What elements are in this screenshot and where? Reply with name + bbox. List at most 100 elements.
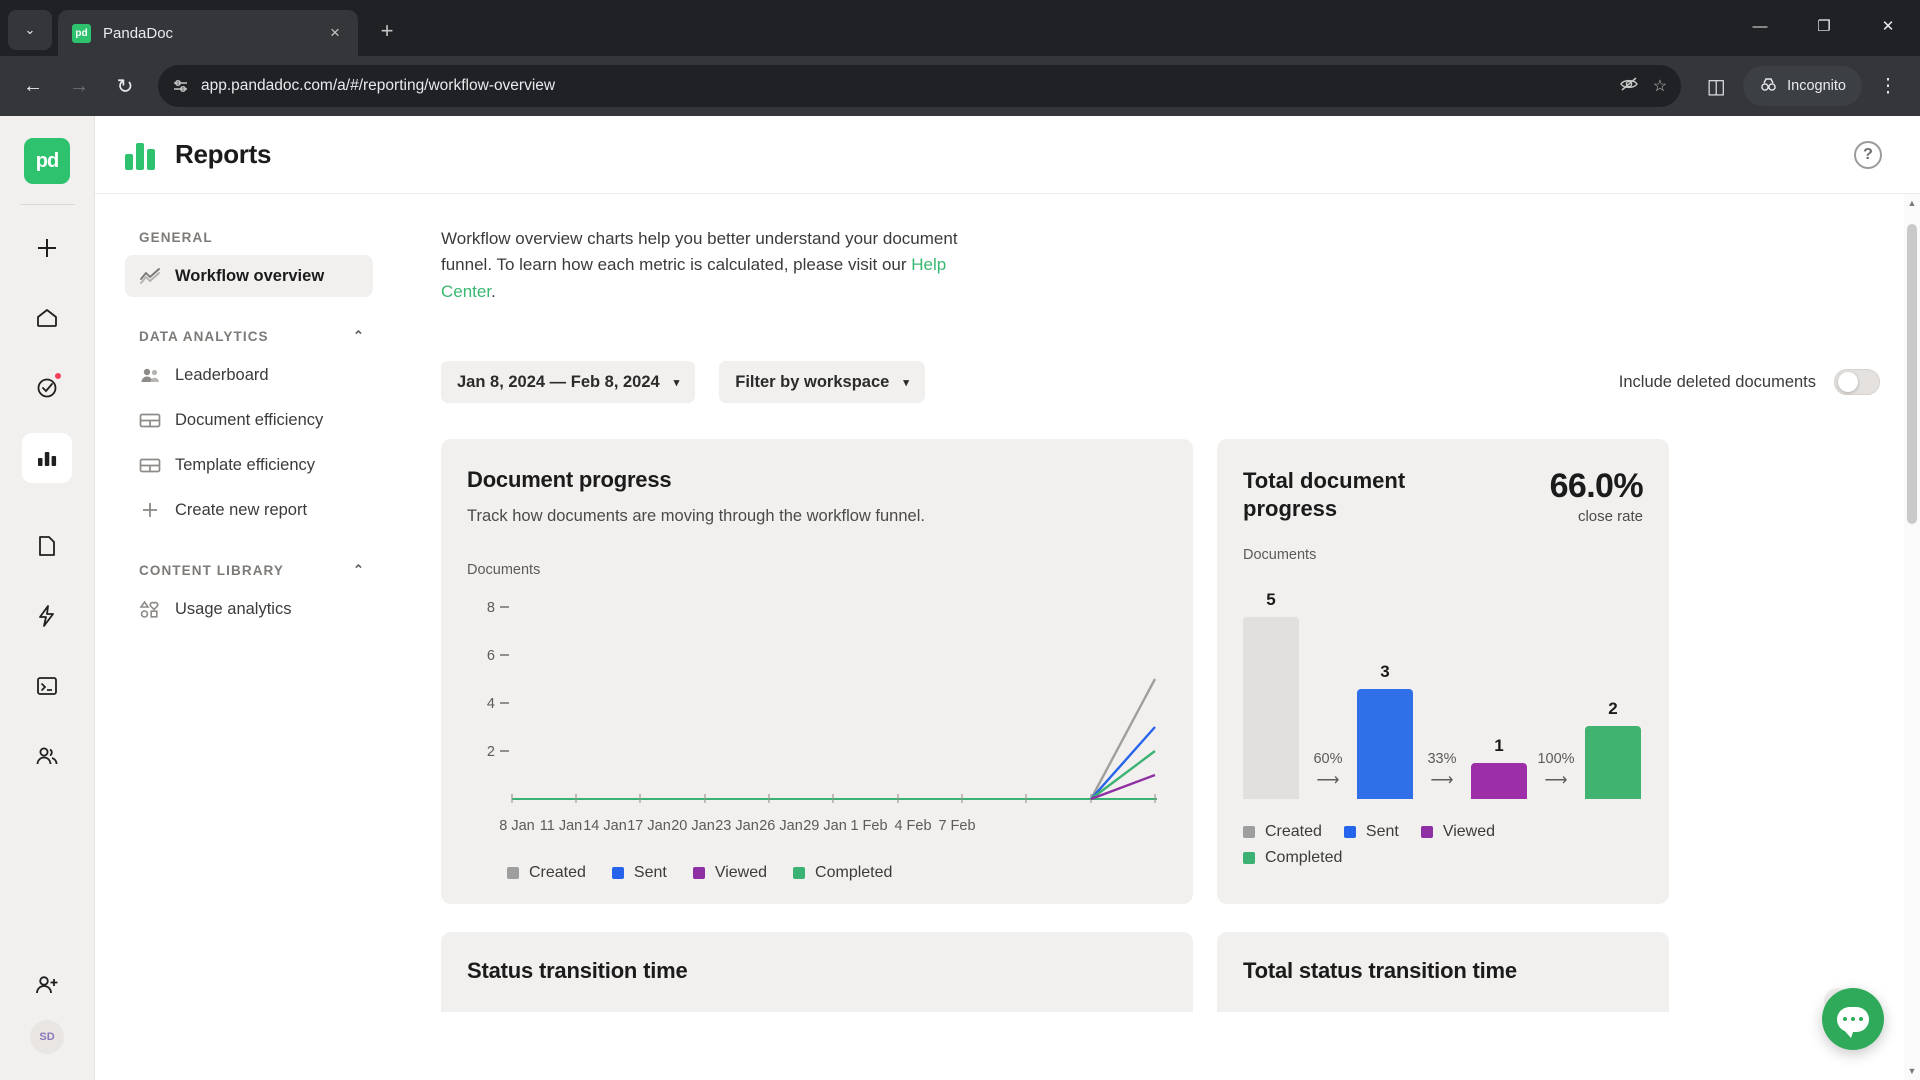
bar-created[interactable] [1243, 617, 1299, 800]
bar-column-viewed[interactable]: 1 [1471, 569, 1527, 800]
x-axis-tick-labels: 8 Jan 11 Jan 14 Jan 17 Jan 20 Jan 23 Jan… [499, 818, 1167, 835]
sidebar-item-label: Template efficiency [175, 455, 316, 474]
legend-item[interactable]: Completed [1243, 849, 1342, 867]
chat-widget-button[interactable] [1822, 988, 1884, 1050]
scroll-up-arrow-icon[interactable]: ▲ [1904, 194, 1920, 212]
scroll-down-arrow-icon[interactable]: ▼ [1904, 1062, 1920, 1080]
site-settings-icon[interactable] [172, 78, 189, 95]
intro-text: Workflow overview charts help you better… [441, 226, 1001, 305]
sidebar-item-label: Document efficiency [175, 410, 324, 429]
scrollbar-thumb[interactable] [1907, 224, 1917, 524]
sidebar-item-workflow-overview[interactable]: Workflow overview [125, 255, 373, 297]
arrow-right-icon: ⟶ [1316, 772, 1340, 790]
table-icon [139, 409, 161, 431]
sidebar-item-document-efficiency[interactable]: Document efficiency [125, 399, 373, 441]
svg-text:8: 8 [487, 600, 495, 616]
legend-label: Completed [815, 864, 893, 882]
page-scrollbar[interactable]: ▲ ▼ [1904, 194, 1920, 1080]
legend-item[interactable]: Completed [793, 864, 892, 882]
include-deleted-toggle[interactable] [1834, 369, 1880, 396]
trend-lines-icon [139, 265, 161, 287]
maximize-button[interactable]: ❐ [1792, 0, 1856, 52]
legend-label: Sent [1365, 823, 1399, 841]
tab-search-button[interactable]: ⌄ [8, 10, 52, 50]
bar-sent[interactable] [1357, 689, 1413, 800]
legend-swatch-created [1243, 826, 1255, 839]
chevron-down-icon: ▾ [903, 376, 909, 389]
hide-icon[interactable] [1619, 76, 1639, 97]
date-range-label: Jan 8, 2024 — Feb 8, 2024 [457, 372, 660, 391]
pandadoc-logo[interactable]: pd [24, 138, 70, 184]
total-document-progress-bar-chart[interactable]: 5 60% ⟶ 3 33% ⟶ 1 100% ⟶ 2 [1243, 569, 1643, 800]
total-document-progress-card: Total document progress 66.0% close rate… [1217, 439, 1669, 905]
sidebar-item-usage-analytics[interactable]: Usage analytics [125, 588, 373, 630]
rail-item-automations[interactable] [22, 591, 72, 641]
user-avatar[interactable]: SD [30, 1020, 64, 1054]
legend-item[interactable]: Sent [611, 864, 667, 882]
side-panel-icon[interactable]: ◫ [1695, 65, 1737, 107]
line-chart-legend: Created Sent Viewed Completed [467, 864, 1167, 882]
charts-row: Document progress Track how documents ar… [441, 439, 1880, 905]
help-icon[interactable]: ? [1854, 140, 1882, 169]
rail-item-invite-user[interactable] [22, 960, 72, 1010]
rail-item-documents[interactable] [22, 521, 72, 571]
card-subtitle: Track how documents are moving through t… [467, 507, 925, 526]
close-icon[interactable]: × [322, 20, 348, 46]
incognito-indicator[interactable]: Incognito [1743, 66, 1862, 106]
url-text: app.pandadoc.com/a/#/reporting/workflow-… [201, 77, 556, 94]
legend-item[interactable]: Viewed [692, 864, 767, 882]
rail-item-reports[interactable] [22, 433, 72, 483]
browser-menu-icon[interactable]: ⋮ [1868, 66, 1908, 106]
legend-item[interactable]: Sent [1343, 823, 1399, 841]
bar-value: 5 [1266, 590, 1276, 610]
forward-button: → [69, 74, 89, 97]
bar-column-sent[interactable]: 3 [1357, 569, 1413, 800]
legend-swatch-viewed [692, 867, 705, 880]
bar-column-completed[interactable]: 2 [1585, 569, 1641, 800]
document-progress-card: Document progress Track how documents ar… [441, 439, 1193, 905]
x-tick: 7 Feb [938, 818, 976, 835]
rail-item-forms[interactable] [22, 661, 72, 711]
legend-item[interactable]: Created [1243, 823, 1322, 841]
workspace-filter-dropdown[interactable]: Filter by workspace ▾ [719, 361, 925, 404]
back-button[interactable]: ← [12, 65, 54, 107]
bar-viewed[interactable] [1471, 763, 1527, 800]
browser-tab[interactable]: pd PandaDoc × [58, 10, 358, 56]
card-title: Total document progress [1243, 468, 1406, 521]
sidebar-caption-content-library[interactable]: CONTENT LIBRARY ⌃ [139, 562, 373, 578]
bar-completed[interactable] [1585, 726, 1641, 800]
bookmark-star-icon[interactable]: ☆ [1653, 76, 1667, 96]
browser-toolbar: ← → ↻ app.pandadoc.com/a/#/reporting/wor… [0, 56, 1920, 116]
reload-button[interactable]: ↻ [104, 65, 146, 107]
bottom-charts-row: Status transition time Total status tran… [441, 932, 1880, 1013]
tab-strip: ⌄ pd PandaDoc × + — ❐ ✕ [0, 0, 1920, 56]
legend-item[interactable]: Viewed [1420, 823, 1495, 841]
total-status-transition-time-card: Total status transition time [1217, 932, 1669, 1013]
date-range-dropdown[interactable]: Jan 8, 2024 — Feb 8, 2024 ▾ [441, 361, 696, 404]
bar-column-created[interactable]: 5 [1243, 569, 1299, 800]
legend-item[interactable]: Created [507, 864, 586, 882]
rail-item-contacts[interactable] [22, 731, 72, 781]
browser-window: ⌄ pd PandaDoc × + — ❐ ✕ ← → ↻ app.pandad… [0, 0, 1920, 1080]
chat-bubble-icon [1837, 1006, 1869, 1038]
intro-part-1: Workflow overview charts help you better… [441, 229, 958, 275]
address-bar[interactable]: app.pandadoc.com/a/#/reporting/workflow-… [158, 65, 1682, 107]
sidebar-caption-data-analytics[interactable]: DATA ANALYTICS ⌃ [139, 328, 373, 344]
sidebar-item-template-efficiency[interactable]: Template efficiency [125, 444, 373, 486]
shapes-icon [139, 598, 161, 620]
sidebar-item-leaderboard[interactable]: Leaderboard [125, 354, 373, 396]
page-header: Reports ? [95, 116, 1920, 194]
incognito-label: Incognito [1787, 78, 1846, 94]
rail-item-home[interactable] [22, 293, 72, 343]
sidebar-item-create-new-report[interactable]: Create new report [125, 489, 373, 531]
sidebar-item-label: Usage analytics [175, 599, 292, 618]
close-window-button[interactable]: ✕ [1856, 0, 1920, 52]
sidebar-caption-label: DATA ANALYTICS [139, 328, 269, 344]
rail-item-create-new[interactable] [22, 223, 72, 273]
card-title: Document progress [467, 467, 672, 493]
new-tab-button[interactable]: + [368, 12, 406, 50]
minimize-button[interactable]: — [1728, 0, 1792, 52]
status-transition-time-card: Status transition time [441, 932, 1193, 1013]
rail-item-tasks[interactable] [22, 363, 72, 413]
document-progress-line-chart[interactable]: 8 6 4 2 8 Jan 11 Jan 14 Jan 17 Jan 20 Ja… [467, 584, 1167, 834]
